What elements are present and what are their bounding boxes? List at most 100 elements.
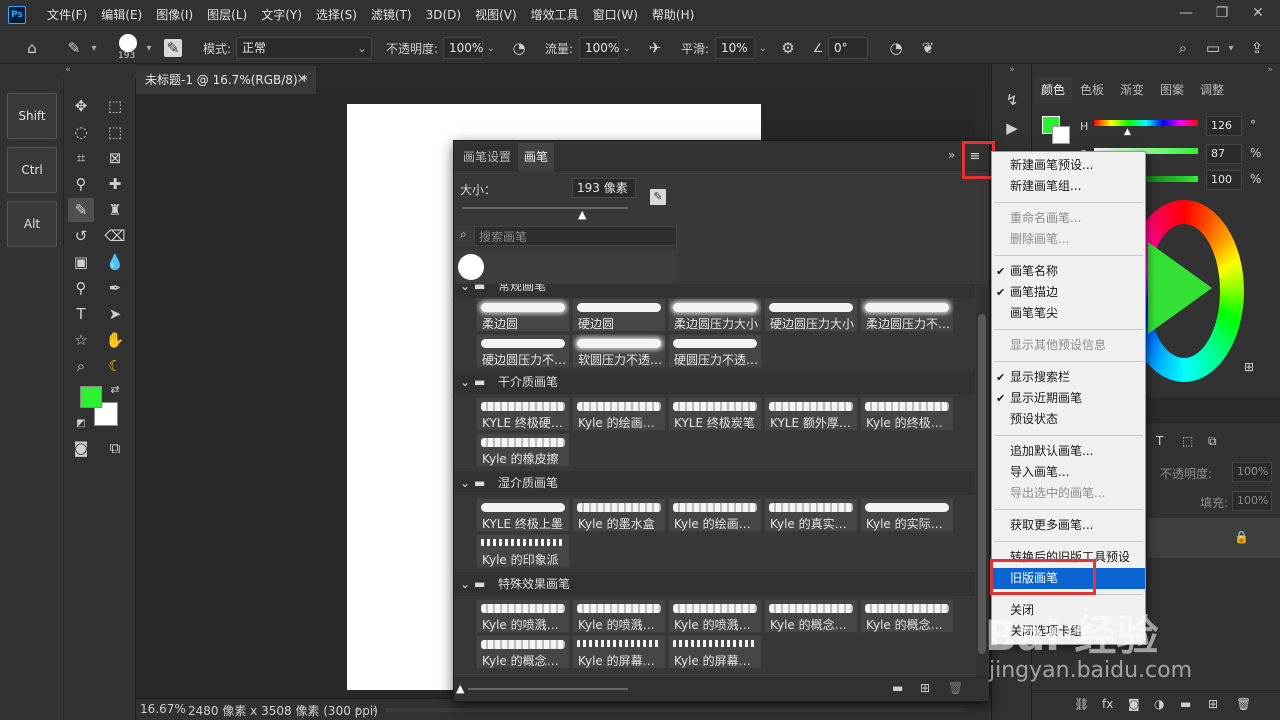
link-layers-icon[interactable]: ⛓	[1074, 697, 1089, 711]
pressure-size-icon[interactable]: ◔	[886, 38, 906, 58]
horizontal-scrollbar[interactable]	[386, 708, 966, 712]
play-actions-icon[interactable]: ▶	[999, 116, 1025, 140]
menu-item[interactable]: ✔ 显示近期画笔	[992, 388, 1145, 409]
pen-tool-icon[interactable]: ✒	[102, 276, 128, 300]
type-tool-icon[interactable]: T	[68, 302, 94, 326]
brush-tile[interactable]: Kyle 的绘画盒 - 炭笔	[572, 397, 666, 431]
pressure-opacity-icon[interactable]: ◔	[509, 38, 529, 58]
tab-brushes[interactable]: 画笔	[518, 143, 554, 171]
folder-icon[interactable]: ▬	[1180, 697, 1191, 711]
menu-item[interactable]: ✔ 画笔描边	[992, 282, 1145, 303]
brush-tile[interactable]: 硬圆压力不透明度	[668, 334, 762, 368]
brush-tile[interactable]: Kyle 的屏幕色调 1	[572, 635, 666, 669]
brush-tile[interactable]: KYLE 终极上墨	[476, 498, 570, 532]
close-window-button[interactable]: ✕	[1240, 0, 1276, 26]
menu-select[interactable]: 选择(S)	[309, 0, 364, 30]
brush-tool-icon[interactable]: ✎	[64, 38, 84, 58]
brush-tile[interactable]: Kyle 的终极粉彩	[860, 397, 954, 431]
angle-input[interactable]: 0°	[828, 37, 868, 59]
panel-bg-swatch[interactable]	[1052, 126, 1070, 144]
brush-tile[interactable]: Kyle 的印象派	[476, 534, 570, 568]
stamp-tool-icon[interactable]: ♜	[102, 198, 128, 222]
brush-tile[interactable]: KYLE 终极炭笔	[668, 397, 762, 431]
menu-item[interactable]: 获取更多画笔...	[992, 515, 1145, 536]
ctrl-key-button[interactable]: Ctrl	[7, 147, 57, 193]
hue-slider[interactable]	[1094, 120, 1198, 126]
tab-gradients[interactable]: 渐变	[1112, 77, 1152, 103]
quick-mask-icon[interactable]: ◙	[68, 436, 94, 460]
brush-tile[interactable]: Kyle 的喷溅画笔 3	[668, 599, 762, 633]
layer-row-background[interactable]	[1148, 518, 1280, 558]
flow-input[interactable]: 100%	[579, 37, 619, 59]
frame-tool-icon[interactable]: ⊠	[102, 146, 128, 170]
adjustment-layer-icon[interactable]: ◑	[1154, 697, 1164, 711]
eyedropper-tool-icon[interactable]: ⚲	[68, 172, 94, 196]
swap-colors-icon[interactable]: ⇄	[108, 382, 122, 396]
tab-adjustments[interactable]: 调整	[1192, 77, 1232, 103]
brush-settings-toggle-icon[interactable]: ✎	[164, 39, 182, 57]
history-brush-tool-icon[interactable]: ↺	[68, 224, 94, 248]
menu-item[interactable]: 新建画笔组...	[992, 176, 1145, 197]
brush-tile[interactable]: Kyle 的概念画笔 3	[476, 635, 570, 669]
object-select-tool-icon[interactable]: ⬚	[102, 120, 128, 144]
size-slider-thumb[interactable]: ▲	[578, 208, 586, 221]
shape-tool-icon[interactable]: ☆	[68, 328, 94, 352]
panel-collapse-icon[interactable]: »	[948, 148, 955, 162]
brush-tile[interactable]: Kyle 的喷溅画笔 1	[476, 599, 570, 633]
tool-preset-caret[interactable]: ▾	[86, 38, 102, 58]
new-layer-icon[interactable]: ⊞	[1208, 697, 1218, 711]
close-icon[interactable]: ✕	[292, 66, 312, 94]
group-header[interactable]: ⌄ ▬ 干介质画笔	[454, 370, 975, 394]
smooth-input[interactable]: 10%	[715, 37, 755, 59]
default-colors-icon[interactable]: ◩	[74, 416, 88, 430]
smooth-caret[interactable]: ⌄	[755, 38, 771, 58]
thumbnail-size-icon[interactable]: ▲	[456, 682, 464, 695]
fx-icon[interactable]: fx	[1102, 697, 1113, 711]
tab-swatches[interactable]: 色板	[1072, 77, 1112, 103]
eraser-tool-icon[interactable]: ⌫	[102, 224, 128, 248]
add-icon[interactable]: ⊞	[1244, 360, 1254, 374]
foreground-color-swatch[interactable]	[80, 386, 102, 408]
saturation-input[interactable]: 87	[1206, 144, 1242, 164]
workspace-icon[interactable]: ▭	[1203, 38, 1223, 58]
menu-help[interactable]: 帮助(H)	[645, 0, 701, 30]
tab-brush-settings[interactable]: 画笔设置	[456, 143, 518, 171]
chevron-right-icon[interactable]: ›	[356, 702, 361, 716]
size-input[interactable]: 193 像素	[572, 178, 636, 198]
menu-item[interactable]: ✔ 显示搜索栏	[992, 367, 1145, 388]
menu-type[interactable]: 文字(Y)	[254, 0, 309, 30]
zoom-level[interactable]: 16.67%	[140, 702, 186, 716]
symmetry-butterfly-icon[interactable]: ❦	[918, 38, 938, 58]
brush-tile[interactable]: 硬边圆压力不透明度	[476, 334, 570, 368]
zoom-tool-icon[interactable]: ⌕	[68, 354, 94, 378]
restore-button[interactable]: ❐	[1204, 0, 1240, 26]
reset-brush-icon[interactable]: ✎	[650, 189, 666, 205]
collapse-right-icon[interactable]: »	[1032, 64, 1280, 78]
gradient-tool-icon[interactable]: ▣	[68, 250, 94, 274]
thumbnail-size-slider[interactable]	[468, 688, 628, 690]
brush-tile[interactable]: Kyle 的概念画笔 2	[860, 599, 954, 633]
brush-tile[interactable]: KYLE 额外厚重铅笔	[764, 397, 858, 431]
brush-tile[interactable]: Kyle 的喷溅画笔 2	[572, 599, 666, 633]
hue-slider-thumb[interactable]: ▲	[1124, 127, 1131, 137]
tab-patterns[interactable]: 图案	[1152, 77, 1192, 103]
menu-item[interactable]: 预设状态	[992, 409, 1145, 430]
mask-icon[interactable]: ◙	[1128, 697, 1140, 711]
layers-opacity-input[interactable]: 100%	[1232, 462, 1272, 482]
menu-item[interactable]: ✔ 画笔名称	[992, 261, 1145, 282]
move-tool-icon[interactable]: ✥	[68, 94, 94, 118]
menu-plugins[interactable]: 增效工具	[524, 0, 586, 30]
screen-mode-icon[interactable]: ⧉	[102, 436, 128, 460]
brush-tile[interactable]: KYLE 终极硬铅笔	[476, 397, 570, 431]
tab-color[interactable]: 颜色	[1034, 77, 1072, 103]
color-triangle[interactable]	[1148, 242, 1212, 334]
group-header[interactable]: ⌄ ▬ 常规画笔	[454, 284, 975, 298]
menu-item[interactable]: 新建画笔预设...	[992, 155, 1145, 176]
brush-tile[interactable]: 柔边圆压力大小	[668, 298, 762, 332]
brush-picker-caret[interactable]: ▾	[141, 38, 157, 58]
share-icon[interactable]: ⇪	[1247, 38, 1267, 58]
shape-filter-icon[interactable]: ⬚	[1182, 434, 1193, 448]
size-slider-track[interactable]	[462, 207, 628, 209]
brightness-input[interactable]: 100	[1206, 170, 1242, 190]
menu-layer[interactable]: 图层(L)	[200, 0, 254, 30]
